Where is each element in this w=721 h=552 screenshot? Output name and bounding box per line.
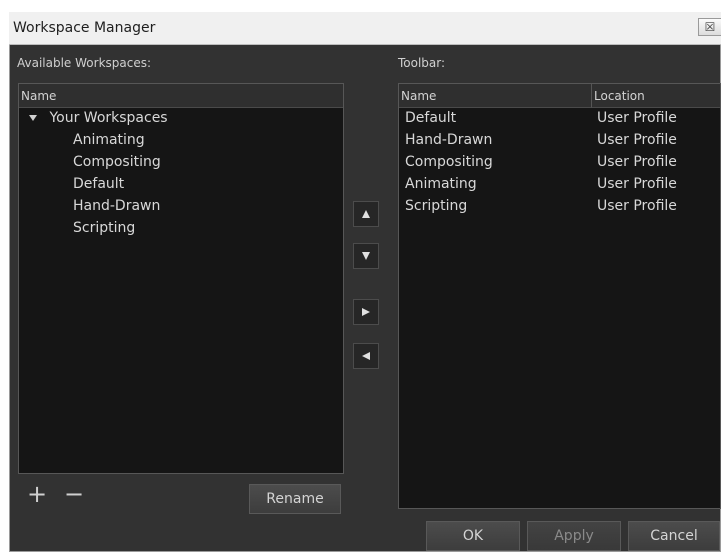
table-row-compositing-name[interactable]: Compositing [405,154,493,170]
table-row-scripting-location: User Profile [597,198,677,214]
toolbar-panel: Name Location Default User Profile Hand-… [398,83,721,509]
table-cell: User Profile [597,132,677,148]
table-cell: Animating [405,176,477,192]
table-cell: Compositing [405,154,493,170]
tree-group-your-workspaces[interactable]: Your Workspaces [29,110,168,126]
table-cell: User Profile [597,110,677,126]
workspace-item-default[interactable]: Default [73,176,124,192]
workspace-item-label: Animating [73,132,145,148]
column-name: Name [401,89,437,103]
available-workspaces-header: Name [19,84,343,108]
workspace-item-compositing[interactable]: Compositing [73,154,161,170]
rename-button[interactable]: Rename [249,484,341,514]
table-row-hand-drawn-name[interactable]: Hand-Drawn [405,132,492,148]
tree-group-label: Your Workspaces [49,110,168,126]
move-down-button[interactable] [353,243,379,269]
workspace-item-label: Compositing [73,154,161,170]
workspace-item-label: Hand-Drawn [73,198,161,214]
cancel-button[interactable]: Cancel [628,521,720,551]
workspace-item-animating[interactable]: Animating [73,132,145,148]
move-left-button[interactable] [353,343,379,369]
workspace-item-label: Scripting [73,220,136,236]
table-cell: User Profile [597,198,677,214]
toolbar-label: Toolbar: [398,56,446,70]
triangle-up-icon [362,210,370,218]
table-row-animating-location: User Profile [597,176,677,192]
move-up-button[interactable] [353,201,379,227]
add-workspace-button[interactable]: + [27,482,47,506]
table-row-compositing-location: User Profile [597,154,677,170]
table-cell: Scripting [405,198,468,214]
close-icon: ☒ [704,20,716,34]
table-row-default-name[interactable]: Default [405,110,456,126]
table-row-hand-drawn-location: User Profile [597,132,677,148]
table-cell: Default [405,110,457,126]
column-location: Location [594,89,645,103]
ok-button[interactable]: OK [426,521,520,551]
table-row-default-location: User Profile [597,110,677,126]
column-name: Name [21,89,57,103]
available-workspaces-panel: Name Your Workspaces Animating Compositi… [18,83,344,474]
workspace-manager-window: Workspace Manager ☒ Available Workspaces… [9,12,721,552]
table-cell: User Profile [597,176,677,192]
close-button[interactable]: ☒ [698,18,721,36]
window-title: Workspace Manager [13,20,156,36]
triangle-down-icon [362,252,370,260]
table-cell: Hand-Drawn [405,132,493,148]
triangle-right-icon [362,308,370,316]
toolbar-location-header: Location [592,84,720,108]
triangle-down-icon [29,115,37,121]
table-row-animating-name[interactable]: Animating [405,176,477,192]
triangle-left-icon [362,352,370,360]
workspace-item-hand-drawn[interactable]: Hand-Drawn [73,198,160,214]
apply-button[interactable]: Apply [527,521,621,551]
workspace-item-scripting[interactable]: Scripting [73,220,135,236]
available-workspaces-label: Available Workspaces: [17,56,152,70]
title-bar: Workspace Manager ☒ [9,12,721,45]
move-right-button[interactable] [353,299,379,325]
workspace-item-label: Default [73,176,125,192]
remove-workspace-button[interactable]: − [64,482,84,506]
toolbar-name-header: Name [399,84,592,108]
table-row-scripting-name[interactable]: Scripting [405,198,467,214]
table-cell: User Profile [597,154,677,170]
